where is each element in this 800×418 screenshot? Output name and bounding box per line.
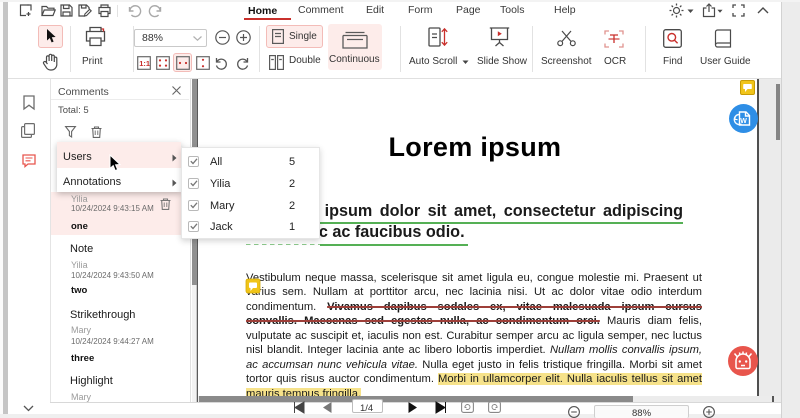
svg-text:W: W [740, 118, 747, 125]
svg-text:1:1: 1:1 [139, 59, 150, 68]
